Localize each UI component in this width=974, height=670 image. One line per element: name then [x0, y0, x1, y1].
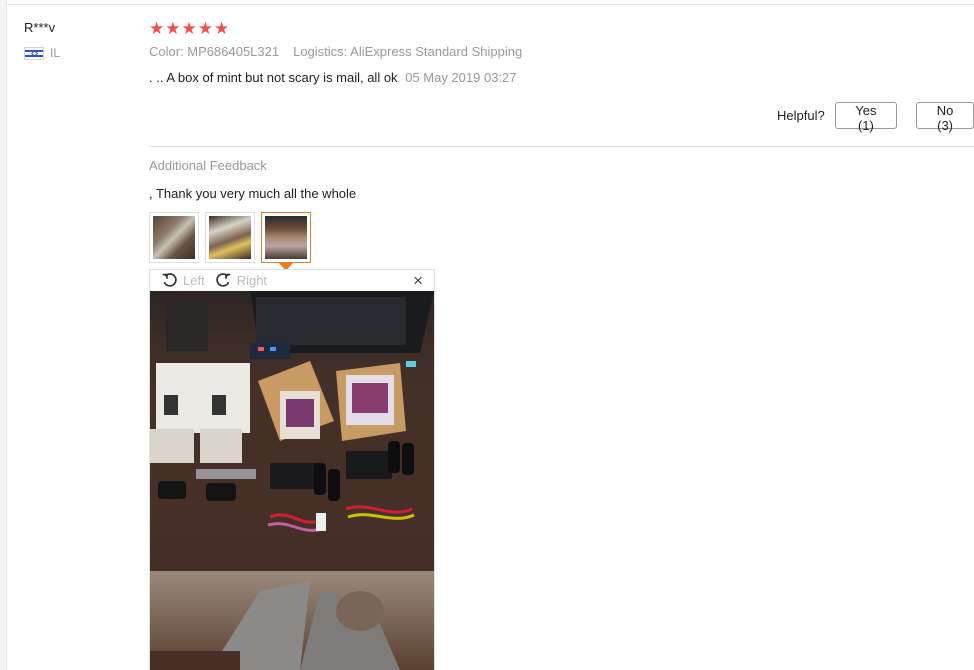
star-icon: ★	[149, 19, 165, 38]
photo-thumbnail-selected[interactable]	[261, 212, 311, 271]
photo-viewer: Left Right ×	[149, 269, 435, 670]
top-divider	[7, 4, 974, 5]
review-text: . .. A box of mint but not scary is mail…	[149, 70, 398, 85]
rotate-left-icon	[162, 273, 177, 287]
helpful-section: Helpful? Yes (1) No (3)	[777, 102, 974, 133]
product-color: Color: MP686405L321	[149, 44, 280, 59]
helpful-label: Helpful?	[777, 108, 825, 123]
close-icon[interactable]: ×	[413, 271, 423, 290]
photo-thumbnails	[149, 212, 311, 271]
order-meta: Color: MP686405L321 Logistics: AliExpres…	[149, 44, 522, 59]
reviewer-country: IL	[24, 46, 60, 60]
rotate-right-button[interactable]: Right	[215, 272, 267, 289]
thumbnail-image	[265, 216, 307, 259]
review-date: 05 May 2019 03:27	[405, 70, 517, 85]
rotate-left-button[interactable]: Left	[161, 272, 205, 289]
review-body: . .. A box of mint but not scary is mail…	[149, 70, 517, 85]
helpful-no-button[interactable]: No (3)	[916, 102, 974, 133]
star-icon: ★	[214, 19, 230, 38]
country-code: IL	[50, 46, 61, 60]
rating-stars: ★ ★ ★ ★ ★	[149, 20, 229, 38]
additional-feedback-title: Additional Feedback	[149, 158, 267, 173]
rotate-right-label: Right	[236, 273, 268, 288]
photo-thumbnail[interactable]	[205, 212, 255, 263]
reviewer-name: R***v	[24, 20, 56, 35]
star-icon: ★	[181, 19, 197, 38]
logistics-method: Logistics: AliExpress Standard Shipping	[293, 44, 523, 59]
rotate-left-label: Left	[183, 273, 205, 288]
photo-thumbnail[interactable]	[149, 212, 199, 263]
additional-feedback-text: , Thank you very much all the whole	[149, 186, 357, 201]
star-icon: ★	[197, 19, 213, 38]
rotate-right-icon	[216, 273, 230, 287]
star-icon: ★	[165, 19, 181, 38]
feedback-divider	[149, 146, 974, 147]
review-photo-illustration	[150, 291, 434, 670]
review-photo	[150, 291, 434, 670]
helpful-yes-button[interactable]: Yes (1)	[834, 102, 898, 133]
page-left-rail	[0, 0, 7, 670]
israel-flag-icon	[24, 46, 44, 60]
viewer-toolbar: Left Right ×	[150, 270, 434, 291]
thumbnail-image	[153, 216, 195, 259]
thumbnail-image	[209, 216, 251, 259]
